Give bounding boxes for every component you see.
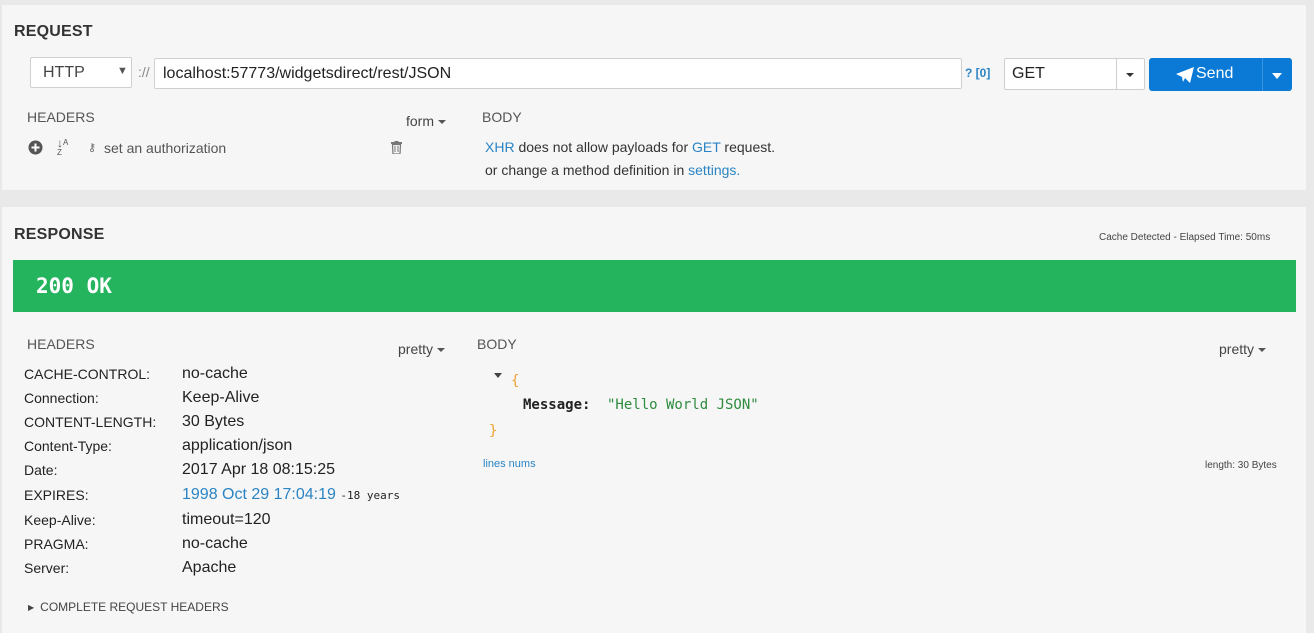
protocol-value: HTTP: [43, 64, 85, 81]
body-msg-text: or change a method definition in: [485, 162, 689, 178]
complete-headers-label: COMPLETE REQUEST HEADERS: [40, 600, 229, 614]
chevron-down-icon[interactable]: [1272, 73, 1282, 79]
body-pretty-label: pretty: [1219, 341, 1255, 357]
json-key: Message:: [523, 397, 591, 413]
body-pretty-dropdown[interactable]: pretty: [1219, 341, 1267, 357]
header-row: Keep-Alive: timeout=120: [24, 509, 454, 531]
chevron-down-icon: [1126, 73, 1134, 77]
header-key: CACHE-CONTROL:: [24, 366, 151, 382]
form-label: form: [406, 113, 434, 129]
request-body-label: BODY: [482, 109, 522, 125]
header-key: Server:: [24, 560, 70, 576]
header-key: Connection:: [24, 390, 99, 406]
response-panel: RESPONSE Cache Detected - Elapsed Time: …: [2, 207, 1306, 633]
expires-date-link[interactable]: 1998 Oct 29 17:04:19: [182, 486, 336, 503]
header-value: 30 Bytes: [182, 413, 245, 430]
request-panel: REQUEST HTTP ▼ :// localhost:57773/widge…: [2, 5, 1306, 190]
url-value: localhost:57773/widgetsdirect/rest/JSON: [163, 65, 452, 82]
header-row: CONTENT-LENGTH: 30 Bytes: [24, 411, 454, 433]
method-value: GET: [1012, 65, 1045, 82]
chevron-down-icon: [438, 120, 446, 125]
json-close-brace: }: [489, 423, 498, 439]
form-dropdown[interactable]: form: [406, 113, 446, 129]
response-body-label: BODY: [477, 336, 517, 352]
json-line: {: [492, 369, 992, 393]
protocol-select[interactable]: HTTP ▼: [30, 57, 132, 88]
header-row: Server: Apache: [24, 557, 454, 579]
header-value: application/json: [182, 437, 293, 454]
body-msg-text: does not allow payloads for: [514, 139, 693, 155]
add-header-icon[interactable]: [28, 140, 43, 155]
response-headers-label: HEADERS: [27, 336, 95, 352]
header-key: Keep-Alive:: [24, 512, 96, 528]
json-viewer: { Message: "Hello World JSON" }: [489, 369, 992, 441]
request-title: REQUEST: [14, 23, 93, 40]
divider: [1262, 58, 1263, 91]
settings-link[interactable]: settings: [688, 162, 736, 178]
body-msg-text: .: [736, 162, 741, 178]
url-separator: ://: [138, 64, 150, 80]
help-link[interactable]: ? [0]: [965, 66, 990, 80]
header-key: EXPIRES:: [24, 487, 89, 503]
header-row: EXPIRES: 1998 Oct 29 17:04:19 -18 years: [24, 484, 454, 506]
get-link[interactable]: GET: [692, 139, 721, 155]
key-icon: ⚷: [88, 142, 97, 154]
body-msg-text: request.: [720, 139, 776, 155]
status-text: 200 OK: [36, 274, 112, 298]
method-select[interactable]: GET: [1004, 58, 1145, 90]
header-row: Content-Type: application/json: [24, 435, 454, 457]
caret-right-icon: ▶: [28, 603, 35, 613]
header-value: Keep-Alive: [182, 389, 260, 406]
json-value: "Hello World JSON": [607, 397, 759, 413]
chevron-down-icon: ▼: [117, 65, 128, 77]
json-open-brace: {: [511, 373, 520, 389]
header-value: 1998 Oct 29 17:04:19 -18 years: [182, 484, 400, 507]
header-value: no-cache: [182, 535, 248, 552]
trash-icon[interactable]: [391, 141, 402, 154]
header-value: 2017 Apr 18 08:15:25: [182, 461, 336, 478]
xhr-link[interactable]: XHR: [485, 139, 515, 155]
paper-plane-icon: [1176, 67, 1194, 83]
divider: [1116, 59, 1117, 89]
json-line: }: [489, 417, 992, 441]
send-button[interactable]: Send: [1149, 58, 1292, 91]
header-row: Connection: Keep-Alive: [24, 387, 454, 409]
set-authorization-link[interactable]: set an authorization: [104, 140, 226, 156]
cache-info: Cache Detected - Elapsed Time: 50ms: [1099, 232, 1271, 243]
header-key: CONTENT-LENGTH:: [24, 414, 157, 430]
header-value: Apache: [182, 559, 237, 576]
json-line: Message: "Hello World JSON": [492, 393, 992, 417]
complete-request-headers-toggle[interactable]: ▶ COMPLETE REQUEST HEADERS: [28, 600, 229, 614]
header-value: no-cache: [182, 365, 248, 382]
request-headers-label: HEADERS: [27, 109, 95, 125]
pretty-label: pretty: [398, 341, 434, 357]
header-row: PRAGMA: no-cache: [24, 533, 454, 555]
response-title: RESPONSE: [14, 226, 105, 243]
expires-relative: -18 years: [340, 489, 400, 502]
url-input[interactable]: localhost:57773/widgetsdirect/rest/JSON: [154, 58, 962, 89]
chevron-down-icon: [437, 348, 446, 353]
body-message: XHR does not allow payloads for GET requ…: [485, 136, 775, 182]
collapse-toggle-icon[interactable]: [494, 373, 502, 378]
sort-alpha-icon[interactable]: ↓A Z: [57, 137, 68, 158]
send-label: Send: [1196, 65, 1234, 82]
header-key: Date:: [24, 462, 58, 478]
headers-pretty-dropdown[interactable]: pretty: [398, 341, 446, 357]
body-length: length: 30 Bytes: [1205, 460, 1277, 471]
chevron-down-icon: [1258, 348, 1267, 353]
header-key: PRAGMA:: [24, 536, 89, 552]
status-banner: 200 OK: [13, 260, 1296, 312]
header-value: timeout=120: [182, 511, 271, 528]
header-row: CACHE-CONTROL: no-cache: [24, 363, 454, 385]
header-row: Date: 2017 Apr 18 08:15:25: [24, 459, 454, 481]
lines-nums-toggle[interactable]: lines nums: [483, 458, 536, 470]
header-key: Content-Type:: [24, 438, 112, 454]
